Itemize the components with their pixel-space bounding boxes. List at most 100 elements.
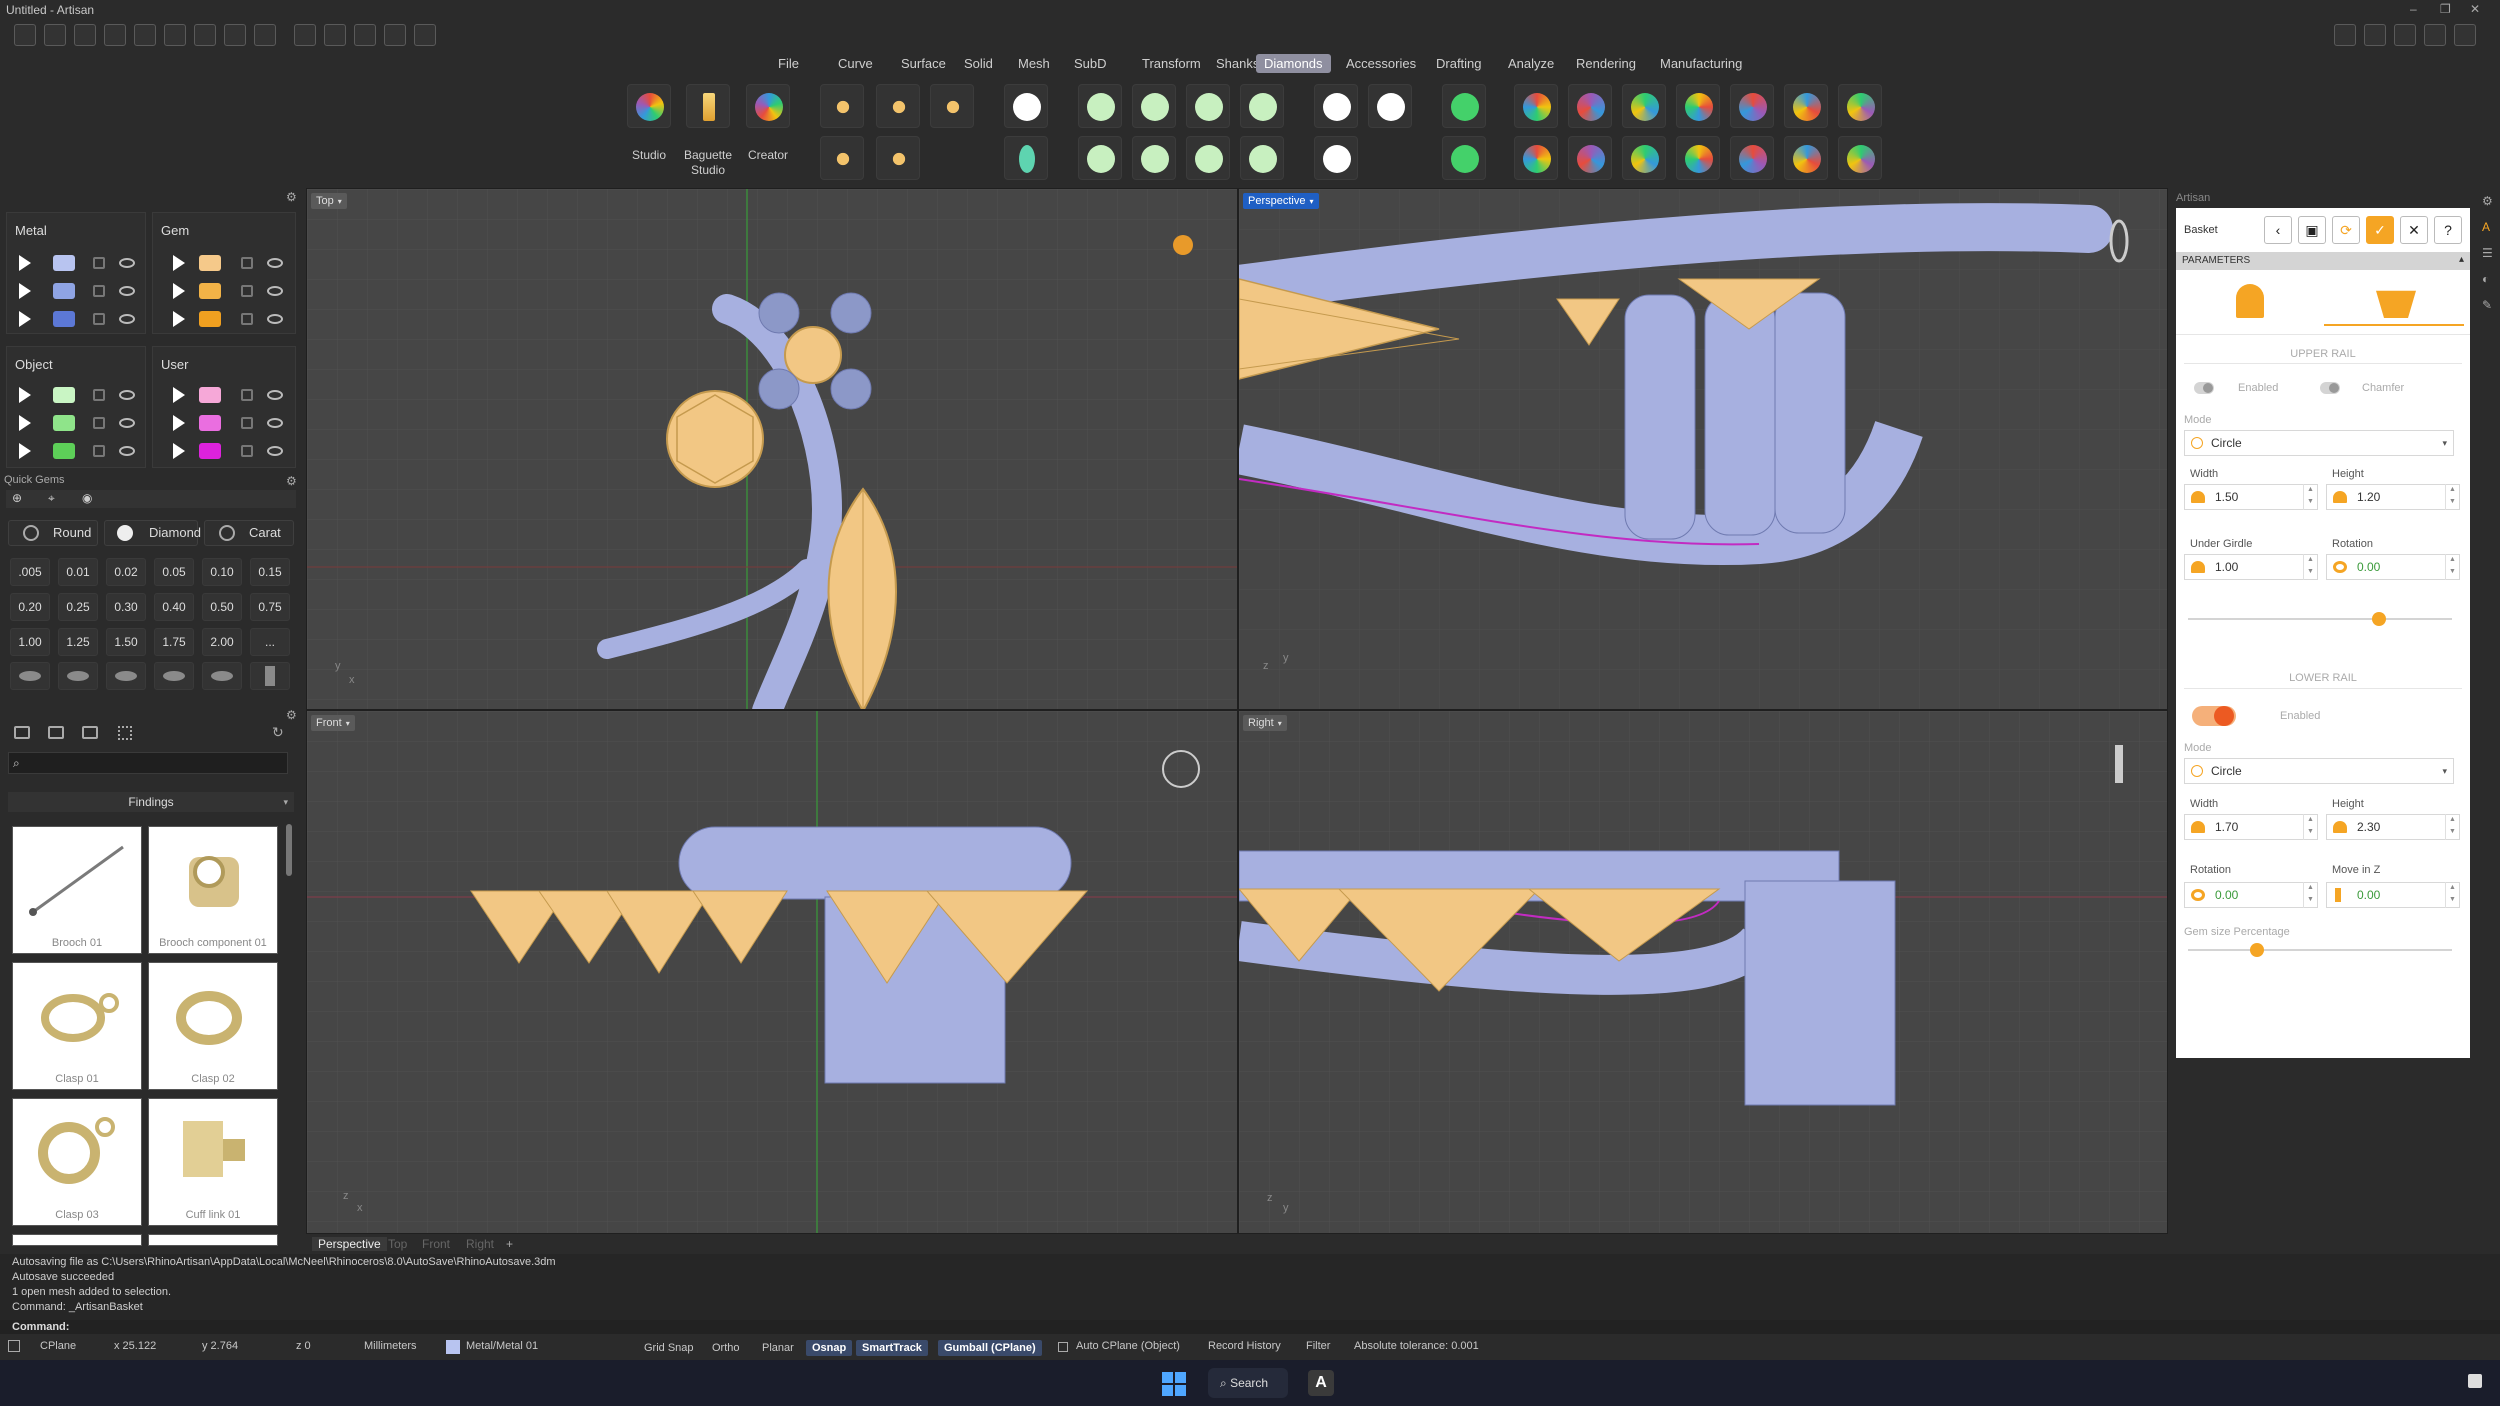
carat-button[interactable]: 2.00 xyxy=(202,628,242,656)
redo-icon[interactable] xyxy=(164,24,186,46)
gem-preset-button[interactable] xyxy=(202,662,242,690)
undo-icon[interactable] xyxy=(134,24,156,46)
viewport-right[interactable]: z y Right ▾ xyxy=(1238,710,2168,1234)
gem-scatter-button[interactable] xyxy=(1622,136,1666,180)
gem-material-diamond-button[interactable]: Diamond xyxy=(104,520,201,546)
smarttrack-toggle[interactable]: SmartTrack xyxy=(856,1340,928,1356)
eye-icon[interactable] xyxy=(119,286,135,296)
parameters-header[interactable]: PARAMETERS ▴ xyxy=(2176,252,2470,270)
lock-icon[interactable] xyxy=(241,285,253,297)
gem-preset-button[interactable] xyxy=(58,662,98,690)
gem-ring-button[interactable] xyxy=(1676,136,1720,180)
play-icon[interactable] xyxy=(19,283,31,299)
ortho-toggle[interactable]: Ortho xyxy=(706,1340,746,1356)
panel-settings-icon[interactable]: ⚙ xyxy=(286,190,297,204)
gems-on-curve-button[interactable] xyxy=(820,84,864,128)
slider-thumb[interactable] xyxy=(2250,943,2264,957)
carat-button[interactable]: 0.25 xyxy=(58,593,98,621)
layers-panel-icon[interactable]: ☰ xyxy=(2482,246,2493,260)
gem-search-button[interactable] xyxy=(1622,84,1666,128)
viewport-perspective[interactable]: z y Perspective ▾ xyxy=(1238,188,2168,710)
gumball-toggle[interactable]: Gumball (CPlane) xyxy=(938,1340,1042,1356)
new-file-icon[interactable] xyxy=(14,24,36,46)
upper-rail-enabled-toggle[interactable] xyxy=(2194,382,2214,394)
gem-color-button[interactable] xyxy=(1514,84,1558,128)
library-item-next[interactable] xyxy=(148,1234,278,1246)
library-item-clasp-03[interactable]: Clasp 03 xyxy=(12,1098,142,1226)
eye-icon[interactable] xyxy=(267,286,283,296)
properties-panel-icon[interactable]: ✎ xyxy=(2482,298,2492,312)
play-icon[interactable] xyxy=(19,387,31,403)
artisan-app-icon[interactable]: A xyxy=(1308,1370,1334,1396)
import-icon[interactable] xyxy=(254,24,276,46)
close-icon[interactable]: ✕ xyxy=(2470,2,2480,16)
menu-transform[interactable]: Transform xyxy=(1134,54,1209,73)
lock-icon[interactable] xyxy=(93,417,105,429)
library-scrollbar[interactable] xyxy=(286,824,292,876)
quick-gems-settings-icon[interactable]: ⚙ xyxy=(286,474,297,488)
library-item-clasp-02[interactable]: Clasp 02 xyxy=(148,962,278,1090)
menu-surface[interactable]: Surface xyxy=(893,54,954,73)
folder-image-icon[interactable] xyxy=(82,726,98,739)
layer-color-swatch[interactable] xyxy=(53,387,75,403)
stepper-icon[interactable]: ▲ ▼ xyxy=(2303,814,2317,840)
upper-rail-rotation-field[interactable]: 0.00 ▲ ▼ xyxy=(2326,554,2460,580)
carat-button[interactable]: 0.05 xyxy=(154,558,194,586)
layer-color-swatch[interactable] xyxy=(53,255,75,271)
gear-icon[interactable]: ⚙ xyxy=(2482,194,2493,208)
basket-setting-button[interactable] xyxy=(1132,136,1176,180)
gems-along-rail-button[interactable] xyxy=(876,84,920,128)
prong-setting-button[interactable] xyxy=(1078,84,1122,128)
grid-snap-toggle[interactable]: Grid Snap xyxy=(638,1340,700,1356)
display-panel-icon[interactable]: ◐ xyxy=(2482,272,2489,286)
layer-color-swatch[interactable] xyxy=(53,283,75,299)
carat-button[interactable]: 0.50 xyxy=(202,593,242,621)
lower-rail-move-z-field[interactable]: 0.00 ▲ ▼ xyxy=(2326,882,2460,908)
maximize-icon[interactable]: ❐ xyxy=(2440,2,2451,16)
library-item-next[interactable] xyxy=(12,1234,142,1246)
carat-button[interactable]: 0.01 xyxy=(58,558,98,586)
carat-button[interactable]: 0.75 xyxy=(250,593,290,621)
save-as-icon[interactable] xyxy=(224,24,246,46)
start-menu-icon[interactable] xyxy=(1162,1372,1186,1396)
menu-subd[interactable]: SubD xyxy=(1066,54,1115,73)
viewport-title-top[interactable]: Top ▾ xyxy=(311,193,347,209)
stepper-icon[interactable]: ▲ ▼ xyxy=(2445,554,2459,580)
artisan-logo-icon[interactable]: A xyxy=(2482,220,2490,234)
save-button[interactable]: ▣ xyxy=(2298,216,2326,244)
carat-button[interactable]: 0.40 xyxy=(154,593,194,621)
open-folder-icon[interactable] xyxy=(104,24,126,46)
menu-solid[interactable]: Solid xyxy=(956,54,1001,73)
cancel-button[interactable]: ✕ xyxy=(2400,216,2428,244)
auto-cplane-toggle[interactable]: Auto CPlane (Object) xyxy=(1076,1340,1180,1352)
refresh-icon[interactable]: ↻ xyxy=(272,724,284,741)
eye-icon[interactable] xyxy=(119,418,135,428)
bezel-setting-button[interactable] xyxy=(1132,84,1176,128)
gem-orient-button[interactable] xyxy=(1784,136,1828,180)
gem-settings-icon[interactable]: ◉ xyxy=(82,491,92,505)
carat-button[interactable]: 1.75 xyxy=(154,628,194,656)
library-item-brooch-01[interactable]: Brooch 01 xyxy=(12,826,142,954)
layers-icon[interactable] xyxy=(2394,24,2416,46)
menu-diamonds[interactable]: Diamonds xyxy=(1256,54,1331,73)
eye-icon[interactable] xyxy=(267,390,283,400)
play-icon[interactable] xyxy=(173,283,185,299)
upper-rail-width-field[interactable]: 1.50 ▲ ▼ xyxy=(2184,484,2318,510)
menu-curve[interactable]: Curve xyxy=(830,54,881,73)
menu-file[interactable]: File xyxy=(770,54,807,73)
tab-front[interactable]: Front xyxy=(422,1237,450,1251)
stepper-icon[interactable]: ▲ ▼ xyxy=(2303,554,2317,580)
gem-tool-icon[interactable] xyxy=(414,24,436,46)
slider-thumb[interactable] xyxy=(2372,612,2386,626)
menu-drafting[interactable]: Drafting xyxy=(1428,54,1490,73)
filter-toggle[interactable]: Filter xyxy=(1306,1340,1330,1352)
info-icon[interactable] xyxy=(2364,24,2386,46)
lower-rail-enabled-toggle[interactable] xyxy=(2192,706,2236,726)
viewport-title-right[interactable]: Right ▾ xyxy=(1243,715,1287,731)
layer-row[interactable] xyxy=(153,279,297,303)
carat-button[interactable]: 1.00 xyxy=(10,628,50,656)
lock-icon[interactable] xyxy=(241,389,253,401)
layer-color-swatch[interactable] xyxy=(53,311,75,327)
osnap-toggle[interactable]: Osnap xyxy=(806,1340,853,1356)
carat-button[interactable]: 0.20 xyxy=(10,593,50,621)
